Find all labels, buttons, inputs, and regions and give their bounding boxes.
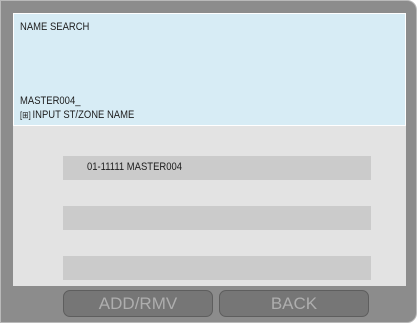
results-list: 01-11111 MASTER004 xyxy=(13,126,406,286)
search-input-value[interactable]: MASTER004_ xyxy=(20,95,80,107)
list-item-text: 01-11111 MASTER004 xyxy=(87,161,183,173)
input-hint: [⊞] INPUT ST/ZONE NAME xyxy=(20,109,134,121)
add-remove-button[interactable]: ADD/RMV xyxy=(63,290,213,317)
back-button[interactable]: BACK xyxy=(219,290,369,317)
search-input-panel[interactable]: NAME SEARCH MASTER004_ [⊞] INPUT ST/ZONE… xyxy=(13,13,406,126)
list-item[interactable] xyxy=(63,206,371,230)
input-hint-text: INPUT ST/ZONE NAME xyxy=(32,109,135,121)
footer-bar: ADD/RMV BACK xyxy=(13,286,406,317)
device-screen: NAME SEARCH MASTER004_ [⊞] INPUT ST/ZONE… xyxy=(0,0,417,323)
screen-title: NAME SEARCH xyxy=(20,21,90,33)
list-item[interactable]: 01-11111 MASTER004 xyxy=(63,156,371,180)
list-item[interactable] xyxy=(63,256,371,280)
keypad-icon: [⊞] xyxy=(20,109,31,120)
